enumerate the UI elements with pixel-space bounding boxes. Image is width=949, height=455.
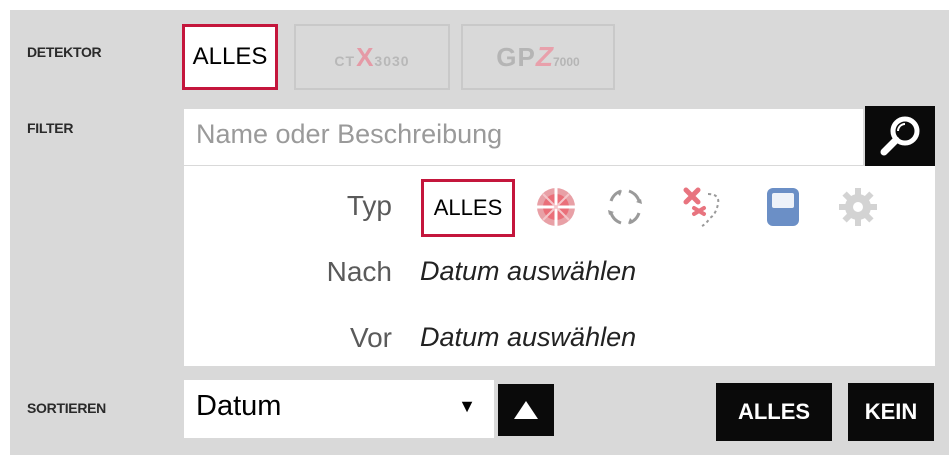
target-icon: [537, 188, 575, 226]
sort-selected-value: Datum: [196, 390, 282, 422]
type-target-button[interactable]: [533, 184, 579, 230]
magnifier-icon: [880, 116, 920, 156]
search-input[interactable]: Name oder Beschreibung: [184, 109, 863, 165]
search-button[interactable]: [865, 106, 935, 166]
search-placeholder: Name oder Beschreibung: [196, 119, 503, 149]
type-find-point-button[interactable]: [680, 184, 726, 230]
vor-date-picker[interactable]: Datum auswählen: [420, 322, 636, 353]
select-all-button[interactable]: ALLES: [716, 383, 832, 441]
gpz-7000-logo: GP Z 7000: [496, 41, 580, 72]
detektor-label: DETEKTOR: [27, 44, 102, 60]
sort-dropdown[interactable]: Datum ▼: [184, 380, 494, 438]
ctx-3030-logo: CT X 3030: [334, 41, 410, 72]
detector-ctx3030-button[interactable]: CT X 3030: [294, 24, 450, 90]
find-point-icon: [683, 187, 720, 227]
vor-label: Vor: [349, 322, 392, 353]
detector-gpz7000-button[interactable]: GP Z 7000: [461, 24, 615, 90]
select-none-button[interactable]: KEIN: [848, 383, 934, 441]
detector-all-button[interactable]: ALLES: [182, 24, 278, 90]
typ-all-button[interactable]: ALLES: [421, 179, 515, 237]
filter-label: FILTER: [27, 120, 74, 136]
typ-label: Typ: [346, 190, 392, 221]
sortieren-label: SORTIEREN: [27, 400, 106, 416]
nach-date-picker[interactable]: Datum auswählen: [420, 256, 636, 287]
nach-label: Nach: [326, 256, 392, 287]
sort-direction-button[interactable]: [498, 384, 554, 436]
sort-ascending-icon: [514, 401, 538, 419]
device-icon: [767, 188, 799, 226]
type-settings-button[interactable]: [835, 184, 881, 230]
type-track-button[interactable]: [602, 184, 648, 230]
settings-gear-icon: [839, 188, 877, 226]
detector-all-label: ALLES: [192, 43, 268, 70]
dropdown-arrow-icon: ▼: [458, 396, 476, 416]
type-device-button[interactable]: [760, 184, 806, 230]
track-icon: [608, 189, 642, 225]
